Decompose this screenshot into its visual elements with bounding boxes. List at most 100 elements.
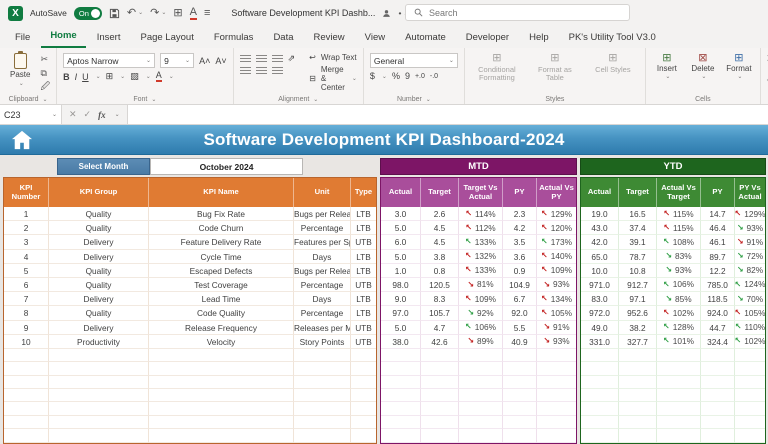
mtd-actual-vs-py-cell[interactable]: ↖105%	[537, 306, 576, 320]
empty-cell[interactable]	[421, 376, 459, 389]
ytd-py-cell[interactable]: 785.0	[701, 278, 735, 292]
ytd-py-cell[interactable]: 118.5	[701, 292, 735, 306]
comma-style-icon[interactable]: 9	[405, 71, 410, 81]
empty-cell[interactable]	[4, 416, 49, 429]
customize-toolbar-icon[interactable]: ≡	[204, 8, 210, 19]
kpi-unit-cell[interactable]: Bugs per Release	[294, 264, 351, 278]
kpi-type-cell[interactable]: LTB	[351, 264, 376, 278]
kpi-unit-cell[interactable]: Days	[294, 292, 351, 306]
empty-cell[interactable]	[294, 416, 351, 429]
underline-button[interactable]: U	[82, 72, 89, 82]
currency-icon[interactable]: $	[370, 71, 375, 81]
mtd-target-vs-actual-cell[interactable]: ↘81%	[459, 278, 503, 292]
empty-cell[interactable]	[657, 362, 701, 375]
mtd-target-vs-actual-cell[interactable]: ↖114%	[459, 207, 503, 221]
home-button[interactable]	[7, 128, 37, 152]
mtd-target-cell[interactable]: 4.5	[421, 221, 459, 235]
kpi-type-cell[interactable]: LTB	[351, 221, 376, 235]
empty-cell[interactable]	[381, 416, 421, 429]
mtd-actual-vs-py-cell[interactable]: ↖140%	[537, 250, 576, 264]
mtd-actual-cell[interactable]: 98.0	[381, 278, 421, 292]
ytd-py-vs-actual-cell[interactable]: ↘93%	[735, 221, 765, 235]
ytd-py-vs-actual-cell[interactable]: ↘72%	[735, 250, 765, 264]
empty-cell[interactable]	[294, 429, 351, 442]
mtd-target-vs-actual-cell[interactable]: ↖133%	[459, 264, 503, 278]
empty-cell[interactable]	[421, 349, 459, 362]
ytd-actual-cell[interactable]: 331.0	[581, 335, 619, 349]
empty-cell[interactable]	[351, 402, 376, 415]
kpi-unit-cell[interactable]: Features per Sprint	[294, 235, 351, 249]
ytd-actual-vs-target-cell[interactable]: ↖115%	[657, 221, 701, 235]
decrease-decimal-icon[interactable]: -.0	[430, 73, 438, 80]
empty-cell[interactable]	[503, 402, 537, 415]
ytd-target-cell[interactable]: 37.4	[619, 221, 657, 235]
kpi-name-cell[interactable]: Feature Delivery Rate	[149, 235, 294, 249]
empty-cell[interactable]	[537, 416, 576, 429]
ytd-actual-vs-target-cell[interactable]: ↘85%	[657, 292, 701, 306]
mtd-actual-vs-py-cell[interactable]: ↘93%	[537, 278, 576, 292]
mtd-target-vs-actual-cell[interactable]: ↖133%	[459, 235, 503, 249]
empty-cell[interactable]	[657, 402, 701, 415]
kpi-number-cell[interactable]: 3	[4, 235, 49, 249]
empty-cell[interactable]	[381, 389, 421, 402]
empty-cell[interactable]	[459, 362, 503, 375]
empty-cell[interactable]	[294, 376, 351, 389]
empty-cell[interactable]	[701, 389, 735, 402]
mtd-actual-cell[interactable]: 5.0	[381, 221, 421, 235]
kpi-name-cell[interactable]: Cycle Time	[149, 250, 294, 264]
empty-cell[interactable]	[503, 416, 537, 429]
ytd-target-cell[interactable]: 10.8	[619, 264, 657, 278]
empty-cell[interactable]	[49, 389, 149, 402]
kpi-name-cell[interactable]: Code Churn	[149, 221, 294, 235]
orientation-icon[interactable]: ⇗	[288, 53, 296, 64]
kpi-number-cell[interactable]: 4	[4, 250, 49, 264]
kpi-number-cell[interactable]: 5	[4, 264, 49, 278]
kpi-name-cell[interactable]: Escaped Defects	[149, 264, 294, 278]
empty-cell[interactable]	[459, 376, 503, 389]
empty-cell[interactable]	[735, 376, 765, 389]
ytd-py-vs-actual-cell[interactable]: ↘82%	[735, 264, 765, 278]
kpi-number-cell[interactable]: 9	[4, 321, 49, 335]
table-borders-icon[interactable]: ⊞	[173, 8, 182, 19]
empty-cell[interactable]	[537, 402, 576, 415]
mtd-actual-cell[interactable]: 97.0	[381, 306, 421, 320]
kpi-name-cell[interactable]: Velocity	[149, 335, 294, 349]
italic-button[interactable]: I	[75, 72, 78, 82]
empty-cell[interactable]	[49, 402, 149, 415]
kpi-group-cell[interactable]: Quality	[49, 264, 149, 278]
empty-cell[interactable]	[49, 376, 149, 389]
empty-cell[interactable]	[581, 402, 619, 415]
empty-cell[interactable]	[619, 429, 657, 442]
mtd-actual-vs-py-cell[interactable]: ↖134%	[537, 292, 576, 306]
empty-cell[interactable]	[581, 362, 619, 375]
empty-cell[interactable]	[381, 362, 421, 375]
ytd-py-cell[interactable]: 324.4	[701, 335, 735, 349]
empty-cell[interactable]	[701, 376, 735, 389]
ytd-py-cell[interactable]: 46.1	[701, 235, 735, 249]
kpi-unit-cell[interactable]: Story Points	[294, 335, 351, 349]
mtd-actual-vs-py-cell[interactable]: ↖173%	[537, 235, 576, 249]
grow-font-icon[interactable]: A˄	[199, 56, 210, 66]
mtd-target-cell[interactable]: 120.5	[421, 278, 459, 292]
increase-decimal-icon[interactable]: +.0	[415, 73, 425, 80]
ytd-actual-vs-target-cell[interactable]: ↖106%	[657, 278, 701, 292]
kpi-group-cell[interactable]: Delivery	[49, 250, 149, 264]
borders-icon[interactable]: ⊞	[106, 71, 114, 82]
empty-cell[interactable]	[537, 376, 576, 389]
ytd-actual-cell[interactable]: 42.0	[581, 235, 619, 249]
ytd-actual-cell[interactable]: 43.0	[581, 221, 619, 235]
kpi-name-cell[interactable]: Code Quality	[149, 306, 294, 320]
ytd-target-cell[interactable]: 912.7	[619, 278, 657, 292]
mtd-actual-cell[interactable]: 5.0	[381, 250, 421, 264]
empty-cell[interactable]	[351, 376, 376, 389]
align-left-icon[interactable]	[240, 67, 251, 75]
empty-cell[interactable]	[735, 389, 765, 402]
empty-cell[interactable]	[619, 389, 657, 402]
empty-cell[interactable]	[49, 416, 149, 429]
ytd-py-cell[interactable]: 46.4	[701, 221, 735, 235]
empty-cell[interactable]	[381, 429, 421, 442]
ytd-actual-vs-target-cell[interactable]: ↘93%	[657, 264, 701, 278]
empty-cell[interactable]	[537, 362, 576, 375]
empty-cell[interactable]	[459, 349, 503, 362]
empty-cell[interactable]	[351, 349, 376, 362]
